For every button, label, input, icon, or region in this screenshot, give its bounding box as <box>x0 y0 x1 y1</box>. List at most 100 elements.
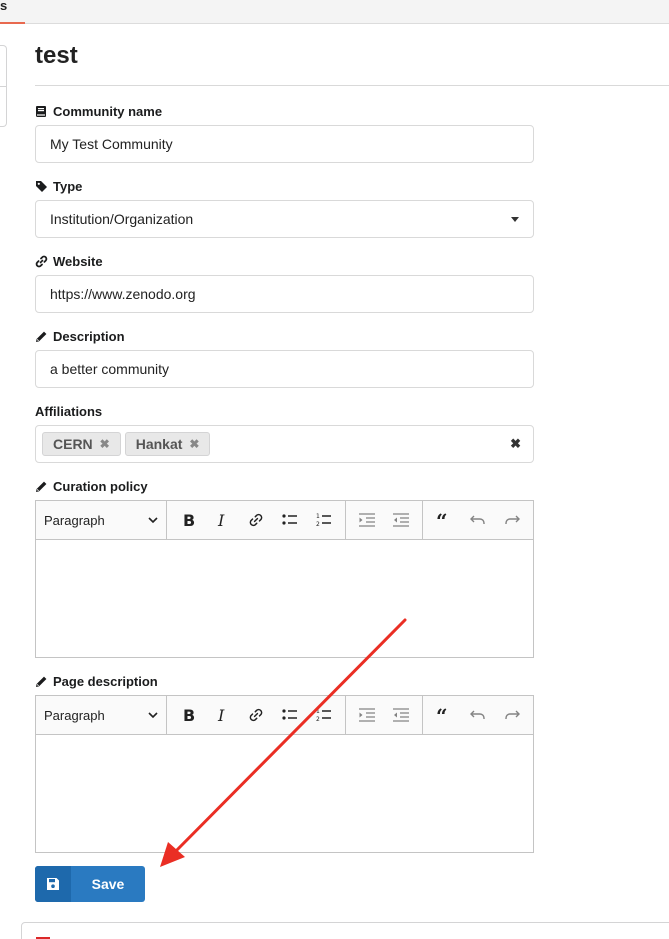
outdent-icon <box>359 513 375 527</box>
editor-toolbar: Paragraph B I 12 “ <box>36 696 533 735</box>
affiliations-label-text: Affiliations <box>35 403 103 419</box>
outdent-icon <box>359 708 375 722</box>
curation-policy-label-text: Curation policy <box>53 478 148 494</box>
indent-button[interactable] <box>384 501 418 540</box>
paragraph-format-dropdown[interactable]: Paragraph <box>36 696 167 734</box>
affiliation-chip-label: Hankat <box>135 436 183 452</box>
link-icon <box>35 255 48 267</box>
pencil-icon <box>36 481 47 492</box>
bold-button[interactable]: B <box>171 501 205 540</box>
svg-text:2: 2 <box>316 716 320 723</box>
curation-policy-label: Curation policy <box>35 478 534 494</box>
indent-icon <box>393 708 409 722</box>
bold-icon: B <box>183 706 195 724</box>
redo-icon <box>505 515 520 524</box>
website-label-text: Website <box>53 253 103 269</box>
community-name-field: Community name My Test Community <box>35 103 534 163</box>
paragraph-format-dropdown[interactable]: Paragraph <box>36 501 167 539</box>
link-icon <box>249 708 263 722</box>
pencil-icon <box>36 676 47 687</box>
curation-policy-text-area[interactable] <box>36 540 533 657</box>
website-input[interactable]: https://www.zenodo.org <box>35 275 534 313</box>
affiliation-chip: CERN ✖ <box>42 432 121 456</box>
blockquote-button[interactable]: “ <box>427 501 461 540</box>
curation-policy-editor: Paragraph B I 12 “ <box>35 500 534 658</box>
bulleted-list-button[interactable] <box>273 696 307 735</box>
book-icon <box>36 105 46 117</box>
page-description-label: Page description <box>35 673 534 689</box>
bold-button[interactable]: B <box>171 696 205 735</box>
type-label: Type <box>35 178 534 194</box>
page-description-text-area[interactable] <box>36 735 533 852</box>
text-format-group: B I 12 <box>167 696 346 734</box>
undo-icon <box>470 710 485 719</box>
blockquote-button[interactable]: “ <box>427 696 461 735</box>
italic-button[interactable]: I <box>205 696 239 735</box>
svg-text:“: “ <box>436 706 448 724</box>
community-name-input[interactable]: My Test Community <box>35 125 534 163</box>
side-menu-edge[interactable] <box>0 45 7 127</box>
numbered-list-icon: 12 <box>316 513 331 528</box>
link-button[interactable] <box>239 501 273 540</box>
paragraph-format-value: Paragraph <box>44 512 105 528</box>
redo-button[interactable] <box>495 696 529 735</box>
community-name-label-text: Community name <box>53 103 163 119</box>
description-field: Description a better community <box>35 328 534 388</box>
website-field: Website https://www.zenodo.org <box>35 253 534 313</box>
remove-chip-icon[interactable]: ✖ <box>100 437 110 451</box>
undo-button[interactable] <box>461 501 495 540</box>
svg-text:B: B <box>183 511 195 529</box>
page-description-field: Page description Paragraph B I 12 “ <box>35 673 534 853</box>
blockquote-icon: “ <box>436 706 448 724</box>
svg-text:“: “ <box>436 511 448 529</box>
clear-all-icon[interactable]: ✖ <box>510 436 521 452</box>
blockquote-icon: “ <box>436 511 448 529</box>
svg-text:1: 1 <box>316 513 320 520</box>
page-description-editor: Paragraph B I 12 “ <box>35 695 534 853</box>
type-select[interactable]: Institution/Organization <box>35 200 534 238</box>
misc-group: “ <box>423 696 533 734</box>
editor-toolbar: Paragraph B I 12 “ <box>36 501 533 540</box>
numbered-list-button[interactable]: 12 <box>307 501 341 540</box>
next-section-card <box>21 922 669 939</box>
bulleted-list-button[interactable] <box>273 501 307 540</box>
tab-fragment[interactable]: s <box>0 0 7 13</box>
chevron-down-icon <box>511 216 519 222</box>
affiliations-multiselect[interactable]: CERN ✖ Hankat ✖ ✖ <box>35 425 534 463</box>
svg-text:I: I <box>217 511 225 529</box>
redo-icon <box>505 710 520 719</box>
indent-button[interactable] <box>384 696 418 735</box>
misc-group: “ <box>423 501 533 539</box>
bulleted-list-icon <box>282 709 297 720</box>
website-label: Website <box>35 253 534 269</box>
description-input[interactable]: a better community <box>35 350 534 388</box>
chevron-down-icon <box>148 516 158 523</box>
affiliations-label: Affiliations <box>35 403 534 419</box>
redo-button[interactable] <box>495 501 529 540</box>
description-label-text: Description <box>53 328 125 344</box>
page-description-label-text: Page description <box>53 673 158 689</box>
title-divider <box>35 85 669 86</box>
paragraph-format-value: Paragraph <box>44 707 105 723</box>
link-button[interactable] <box>239 696 273 735</box>
outdent-button[interactable] <box>350 696 384 735</box>
bulleted-list-icon <box>282 514 297 525</box>
italic-button[interactable]: I <box>205 501 239 540</box>
svg-text:B: B <box>183 706 195 724</box>
description-label: Description <box>35 328 534 344</box>
italic-icon: I <box>217 706 225 724</box>
curation-policy-field: Curation policy Paragraph B I 12 “ <box>35 478 534 658</box>
save-button[interactable]: Save <box>35 866 145 902</box>
remove-chip-icon[interactable]: ✖ <box>189 437 199 451</box>
undo-button[interactable] <box>461 696 495 735</box>
italic-icon: I <box>217 511 225 529</box>
numbered-list-button[interactable]: 12 <box>307 696 341 735</box>
undo-icon <box>470 515 485 524</box>
affiliation-chip: Hankat ✖ <box>124 432 211 456</box>
outdent-button[interactable] <box>350 501 384 540</box>
tag-icon <box>36 180 47 192</box>
indent-group <box>346 501 423 539</box>
type-selected-value: Institution/Organization <box>50 211 194 227</box>
svg-text:I: I <box>217 706 225 724</box>
numbered-list-icon: 12 <box>316 708 331 723</box>
